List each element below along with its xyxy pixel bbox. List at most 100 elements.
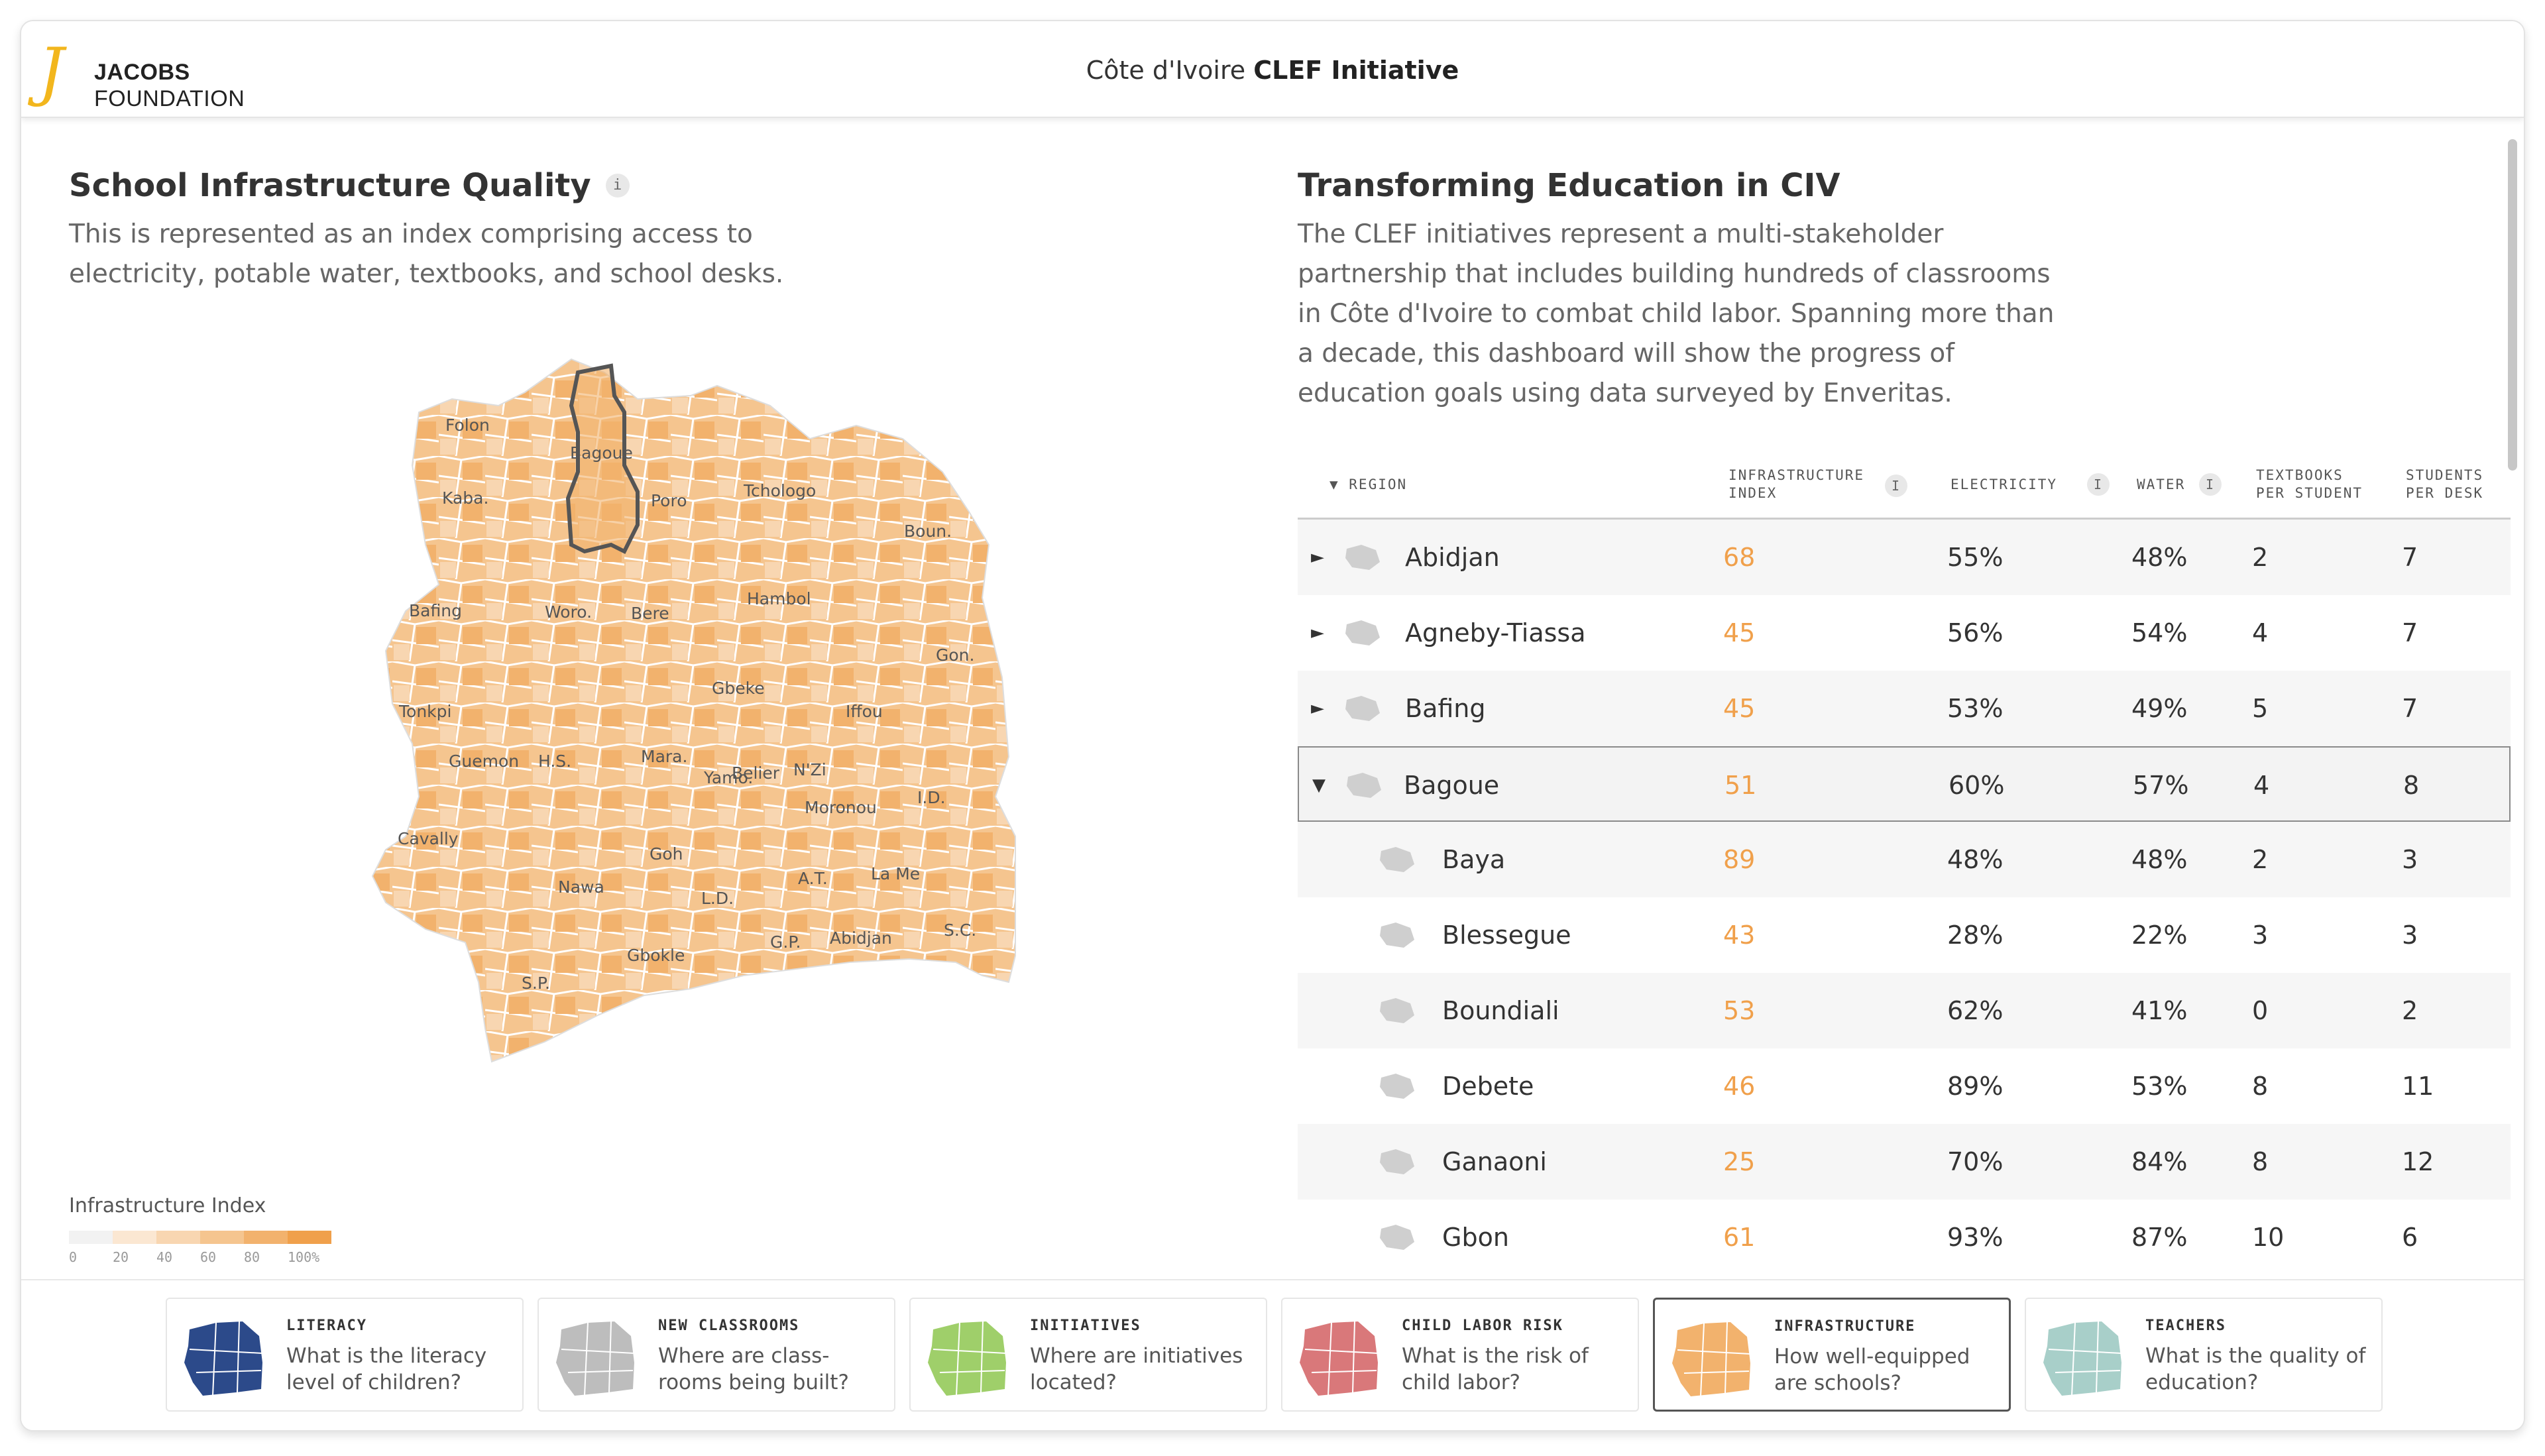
title-prefix: Côte d'Ivoire bbox=[1086, 56, 1246, 85]
table-row[interactable]: Blessegue 43 28% 22% 3 3 bbox=[1298, 897, 2511, 973]
textbooks-value: 8 bbox=[2252, 1147, 2269, 1176]
header-line: INDEX bbox=[1728, 485, 1778, 501]
map-label: Boun. bbox=[904, 522, 952, 541]
electricity-value: 48% bbox=[1947, 845, 2004, 874]
region-name: Boundiali bbox=[1442, 996, 1559, 1025]
nav-card-teachers[interactable]: TEACHERS What is the quality of educatio… bbox=[2025, 1298, 2383, 1412]
mini-map-icon bbox=[556, 1321, 635, 1396]
map-label: Kaba. bbox=[442, 488, 488, 508]
textbooks-value: 5 bbox=[2252, 694, 2269, 723]
region-shape-icon bbox=[1380, 847, 1414, 872]
scrollbar-thumb[interactable] bbox=[2508, 139, 2517, 471]
students-per-desk-value: 7 bbox=[2402, 618, 2418, 647]
map-label: Bere bbox=[631, 604, 669, 623]
nav-card-child-labor-risk[interactable]: CHILD LABOR RISK What is the risk of chi… bbox=[1281, 1298, 1639, 1412]
map-label: Cavally bbox=[398, 829, 459, 848]
header-line: STUDENTS bbox=[2406, 467, 2484, 483]
civ-region-map[interactable]: Folon Bagoue Kaba. Poro Tchologo Boun. H… bbox=[346, 333, 1108, 1088]
legend-tick: 60 bbox=[200, 1249, 217, 1265]
table-row[interactable]: ► Bafing 45 53% 49% 5 7 bbox=[1298, 671, 2511, 746]
page-title: Côte d'Ivoire CLEF Initiative bbox=[21, 56, 2524, 85]
legend-swatch bbox=[156, 1231, 200, 1244]
map-label: Bagoue bbox=[570, 443, 633, 463]
region-shape-icon bbox=[1380, 1225, 1414, 1250]
info-icon[interactable]: i bbox=[2087, 473, 2110, 496]
infrastructure-index-value: 46 bbox=[1723, 1072, 1756, 1101]
map-label: Mara. bbox=[641, 747, 687, 766]
students-per-desk-value: 12 bbox=[2402, 1147, 2434, 1176]
mini-map-icon bbox=[2043, 1321, 2122, 1396]
water-value: 22% bbox=[2131, 921, 2188, 950]
table-row[interactable]: Gbon 61 93% 87% 10 6 bbox=[1298, 1200, 2511, 1275]
expand-arrow-icon[interactable]: ▼ bbox=[1312, 748, 1326, 823]
table-row[interactable]: ► Abidjan 68 55% 48% 2 7 bbox=[1298, 520, 2511, 595]
electricity-value: 62% bbox=[1947, 996, 2004, 1025]
electricity-value: 53% bbox=[1947, 694, 2004, 723]
region-name: Blessegue bbox=[1442, 921, 1571, 950]
app-window: J JACOBS FOUNDATION Côte d'Ivoire CLEF I… bbox=[20, 20, 2525, 1431]
card-question: What is the quality of education? bbox=[2145, 1344, 2366, 1394]
table-row[interactable]: Ganaoni 25 70% 84% 8 12 bbox=[1298, 1124, 2511, 1200]
info-icon[interactable]: i bbox=[605, 174, 630, 197]
info-icon[interactable]: i bbox=[2199, 473, 2222, 496]
table-row[interactable]: ▼ Bagoue 51 60% 57% 4 8 bbox=[1298, 746, 2511, 822]
expand-arrow-icon[interactable]: ► bbox=[1311, 671, 1324, 746]
textbooks-value: 10 bbox=[2252, 1223, 2285, 1252]
water-value: 84% bbox=[2131, 1147, 2188, 1176]
map-label: Gbeke bbox=[712, 679, 765, 698]
infrastructure-index-value: 45 bbox=[1723, 618, 1756, 647]
map-label: La Me bbox=[871, 864, 920, 883]
table-row[interactable]: Boundiali 53 62% 41% 0 2 bbox=[1298, 973, 2511, 1048]
nav-card-literacy[interactable]: LITERACY What is the literacy level of c… bbox=[166, 1298, 524, 1412]
map-label: Tonkpi bbox=[398, 702, 451, 721]
students-per-desk-value: 8 bbox=[2403, 771, 2420, 800]
electricity-value: 28% bbox=[1947, 921, 2004, 950]
table-row[interactable]: ► Agneby-Tiassa 45 56% 54% 4 7 bbox=[1298, 595, 2511, 671]
table-row[interactable]: Debete 46 89% 53% 8 11 bbox=[1298, 1048, 2511, 1124]
legend-swatch bbox=[200, 1231, 244, 1244]
water-column-header[interactable]: WATER i bbox=[2137, 473, 2222, 496]
legend-swatch bbox=[288, 1231, 331, 1244]
region-column-header[interactable]: ▼ REGION bbox=[1329, 476, 1407, 494]
region-shape-icon bbox=[1345, 696, 1380, 721]
students-per-desk-value: 7 bbox=[2402, 694, 2418, 723]
header-line: TEXTBOOKS bbox=[2256, 467, 2344, 483]
region-name: Ganaoni bbox=[1442, 1147, 1547, 1176]
students-column-header[interactable]: STUDENTS PER DESK bbox=[2406, 467, 2483, 502]
nav-card-infrastructure[interactable]: INFRASTRUCTURE How well-equipped are sch… bbox=[1653, 1298, 2011, 1412]
info-icon[interactable]: i bbox=[1885, 475, 1907, 497]
map-label: G.P. bbox=[770, 932, 801, 952]
nav-card-new-classrooms[interactable]: NEW CLASSROOMS Where are class-rooms bei… bbox=[537, 1298, 895, 1412]
region-shape-icon bbox=[1380, 1074, 1414, 1099]
expand-arrow-icon[interactable]: ► bbox=[1311, 595, 1324, 671]
card-title: TEACHERS bbox=[2145, 1317, 2226, 1334]
textbooks-value: 4 bbox=[2253, 771, 2270, 800]
legend-swatch bbox=[69, 1231, 113, 1244]
table-row[interactable]: Baya 89 48% 48% 2 3 bbox=[1298, 822, 2511, 897]
map-label: Nawa bbox=[558, 877, 604, 897]
textbooks-value: 2 bbox=[2252, 845, 2269, 874]
map-label: Gbokle bbox=[627, 946, 685, 965]
legend-color-bar bbox=[69, 1231, 331, 1244]
textbooks-column-header[interactable]: TEXTBOOKS PER STUDENT bbox=[2256, 467, 2363, 502]
index-column-header[interactable]: INFRASTRUCTURE INDEX i bbox=[1728, 467, 1907, 502]
bottom-navigation: LITERACY What is the literacy level of c… bbox=[21, 1279, 2524, 1430]
expand-arrow-icon[interactable]: ► bbox=[1311, 520, 1324, 595]
map-label: Folon bbox=[445, 416, 490, 435]
right-panel: Transforming Education in CIV The CLEF i… bbox=[1298, 167, 2491, 414]
header-line: INFRASTRUCTURE bbox=[1728, 467, 1865, 483]
nav-card-initiatives[interactable]: INITIATIVES Where are initiatives locate… bbox=[909, 1298, 1267, 1412]
card-question: Where are initiatives located? bbox=[1030, 1344, 1243, 1394]
region-name: Debete bbox=[1442, 1072, 1534, 1101]
textbooks-value: 0 bbox=[2252, 996, 2269, 1025]
region-name: Bagoue bbox=[1404, 771, 1500, 800]
map-label: Hambol bbox=[747, 589, 811, 608]
card-title: CHILD LABOR RISK bbox=[1402, 1317, 1563, 1334]
region-name: Baya bbox=[1442, 845, 1506, 874]
electricity-column-header[interactable]: ELECTRICITY i bbox=[1951, 473, 2110, 496]
water-value: 57% bbox=[2133, 771, 2189, 800]
region-name: Agneby-Tiassa bbox=[1405, 618, 1586, 647]
legend-tick: 80 bbox=[244, 1249, 260, 1265]
region-shape-icon bbox=[1380, 923, 1414, 948]
students-per-desk-value: 3 bbox=[2402, 845, 2418, 874]
